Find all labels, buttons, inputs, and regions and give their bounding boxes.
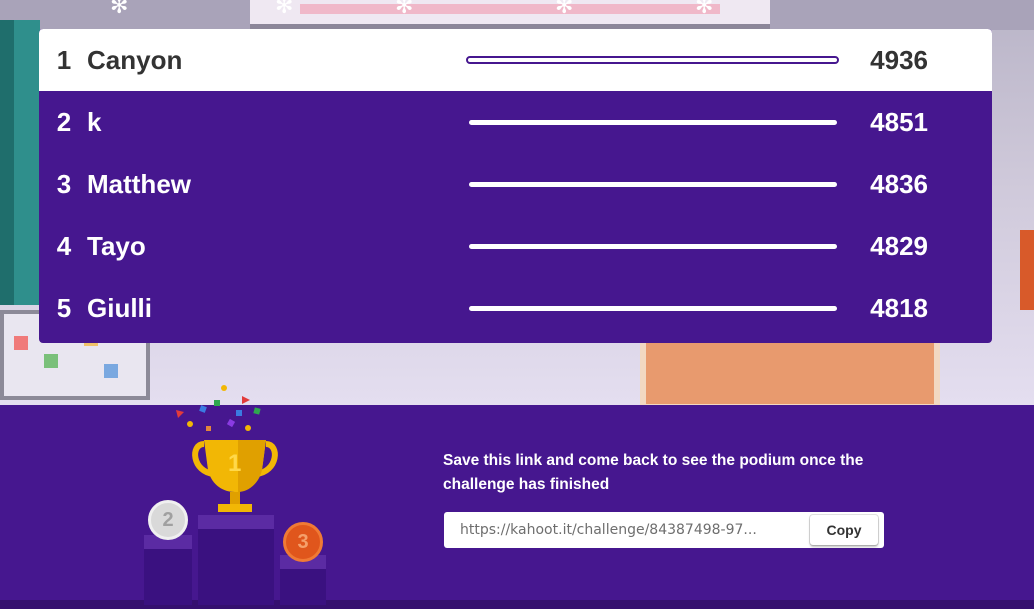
trophy-rank-label: 1 bbox=[228, 450, 242, 477]
score-bar bbox=[466, 56, 839, 64]
bronze-medal-icon: 3 bbox=[283, 522, 323, 562]
snowflake-icon: ✻ bbox=[555, 0, 574, 19]
share-message: Save this link and come back to see the … bbox=[443, 452, 864, 493]
rank-number: 1 bbox=[56, 44, 72, 75]
board-square bbox=[44, 354, 58, 368]
player-name: Canyon bbox=[87, 44, 183, 75]
leaderboard-row: 4 Tayo 4829 bbox=[39, 215, 992, 277]
leaderboard-row: 2 k 4851 bbox=[39, 91, 992, 153]
player-name: Tayo bbox=[87, 230, 146, 261]
confetti-icon bbox=[176, 385, 261, 431]
player-score: 4829 bbox=[870, 230, 928, 261]
leaderboard-row: 3 Matthew 4836 bbox=[39, 153, 992, 215]
leaderboard-row: 1 Canyon 4936 bbox=[39, 29, 992, 91]
player-name: Giulli bbox=[87, 292, 152, 323]
score-bar bbox=[469, 119, 837, 125]
player-score: 4851 bbox=[870, 106, 928, 137]
player-score: 4818 bbox=[870, 292, 928, 323]
player-score: 4936 bbox=[870, 44, 928, 75]
snowflake-icon: ✻ bbox=[275, 0, 294, 19]
silver-medal-icon: 2 bbox=[148, 500, 188, 540]
challenge-link-field[interactable]: https://kahoot.it/challenge/84387498-97.… bbox=[444, 512, 884, 548]
rank-number: 5 bbox=[56, 292, 72, 323]
player-name: k bbox=[87, 106, 102, 137]
silver-medal-label: 2 bbox=[162, 508, 174, 531]
rank-number: 2 bbox=[56, 106, 72, 137]
podium-step-second bbox=[144, 535, 192, 605]
leaderboard: 1 Canyon 4936 2 k 4851 3 Matthew 4836 4 … bbox=[39, 29, 992, 343]
snowflake-icon: ✻ bbox=[695, 0, 714, 19]
rank-number: 3 bbox=[56, 168, 72, 199]
podium-illustration: 1 2 3 bbox=[140, 380, 340, 605]
trophy-icon bbox=[192, 440, 278, 512]
score-bar bbox=[469, 181, 837, 187]
podium-step-first bbox=[198, 515, 274, 605]
score-bar bbox=[469, 305, 837, 311]
challenge-link-text[interactable]: https://kahoot.it/challenge/84387498-97.… bbox=[460, 512, 805, 548]
board-square bbox=[104, 364, 118, 378]
leaderboard-row: 5 Giulli 4818 bbox=[39, 277, 992, 339]
pink-banner bbox=[300, 4, 720, 14]
red-block bbox=[1020, 230, 1034, 310]
bronze-medal-label: 3 bbox=[297, 530, 309, 553]
score-bar bbox=[469, 243, 837, 249]
teal-panel-edge bbox=[0, 20, 14, 305]
snowflake-icon: ✻ bbox=[110, 0, 129, 19]
copy-button[interactable]: Copy bbox=[810, 515, 878, 545]
podium-step-third bbox=[280, 555, 326, 605]
player-name: Matthew bbox=[87, 168, 191, 199]
rank-number: 4 bbox=[56, 230, 72, 261]
snowflake-icon: ✻ bbox=[395, 0, 414, 19]
board-square bbox=[14, 336, 28, 350]
player-score: 4836 bbox=[870, 168, 928, 199]
